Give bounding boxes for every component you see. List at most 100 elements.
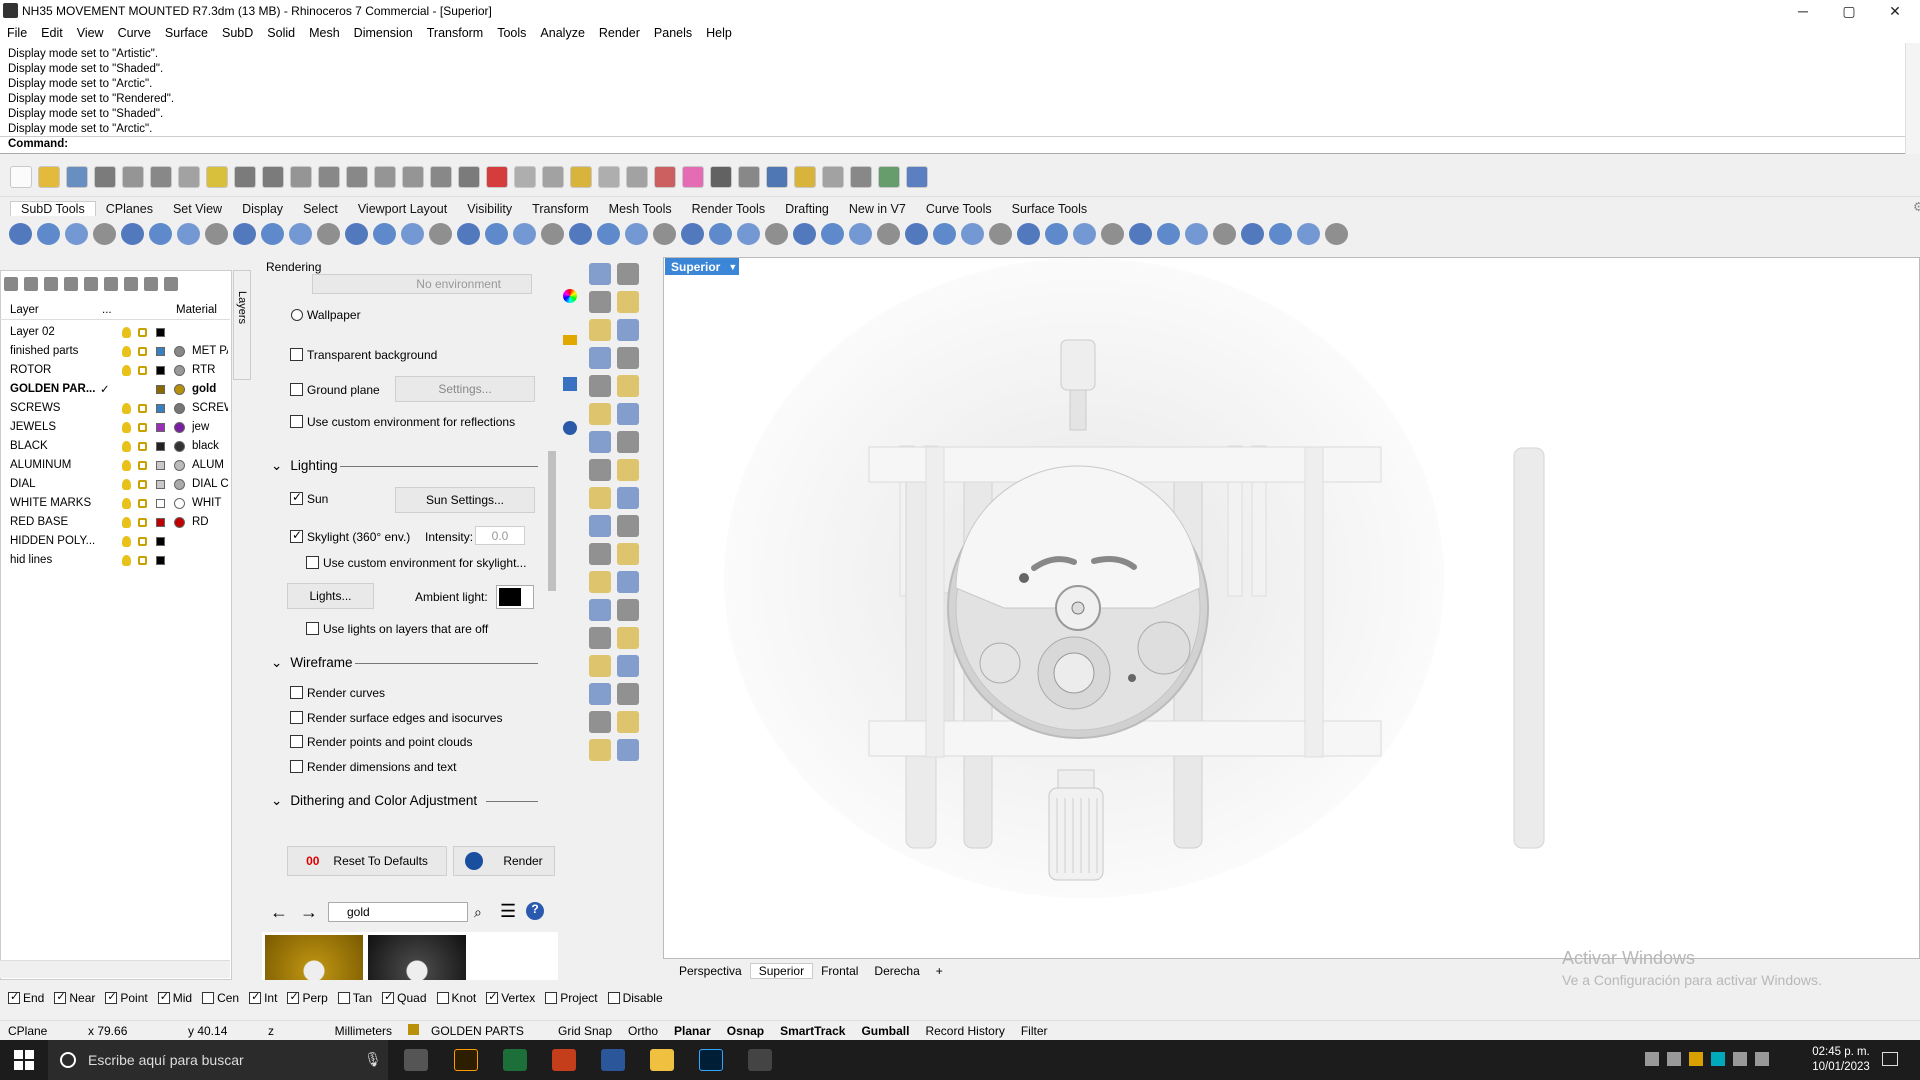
vertical-tool-icon[interactable] xyxy=(617,375,639,397)
layer-row[interactable]: DIAL DIAL C xyxy=(0,475,230,494)
status-smarttrack[interactable]: SmartTrack xyxy=(772,1024,853,1038)
vertical-tool-icon[interactable] xyxy=(617,655,639,677)
layer-row[interactable]: BLACK black xyxy=(0,437,230,456)
notifications-icon[interactable] xyxy=(1882,1052,1898,1066)
solid-tool-icon[interactable] xyxy=(429,223,452,245)
standard-tool-icon[interactable] xyxy=(794,166,816,188)
solid-tool-icon[interactable] xyxy=(1269,223,1292,245)
lights-button[interactable]: Lights... xyxy=(287,583,374,609)
menu-panels[interactable]: Panels xyxy=(647,26,699,40)
solid-tool-icon[interactable] xyxy=(177,223,200,245)
vertical-tool-icon[interactable] xyxy=(589,543,611,565)
material-search-input[interactable]: gold xyxy=(328,902,468,922)
menu-transform[interactable]: Transform xyxy=(420,26,491,40)
solid-tool-icon[interactable] xyxy=(597,223,620,245)
solid-tool-icon[interactable] xyxy=(373,223,396,245)
osnap-point[interactable]: Point xyxy=(105,990,148,1005)
network-icon[interactable] xyxy=(1733,1052,1747,1066)
vertical-tool-icon[interactable] xyxy=(589,683,611,705)
material-help-icon[interactable]: ? xyxy=(526,902,544,920)
tab-mesh-tools[interactable]: Mesh Tools xyxy=(599,202,682,216)
solid-tool-icon[interactable] xyxy=(1185,223,1208,245)
tray-icon[interactable] xyxy=(1711,1052,1725,1066)
units-label[interactable]: Millimeters xyxy=(320,1024,400,1038)
viewport-dropdown-icon[interactable]: ▼ xyxy=(728,262,737,272)
osnap-checkbox[interactable] xyxy=(8,990,20,1004)
vertical-tool-icon[interactable] xyxy=(617,347,639,369)
new-sublayer-icon[interactable] xyxy=(24,277,38,291)
ambient-color-picker[interactable] xyxy=(496,585,534,609)
standard-tool-icon[interactable] xyxy=(906,166,928,188)
menu-subd[interactable]: SubD xyxy=(215,26,260,40)
dithering-section[interactable]: Dithering and Color Adjustment xyxy=(271,793,477,809)
solid-tool-icon[interactable] xyxy=(121,223,144,245)
transparent-bg-checkbox[interactable] xyxy=(290,348,303,361)
solid-tool-icon[interactable] xyxy=(709,223,732,245)
standard-tool-icon[interactable] xyxy=(38,166,60,188)
windows-start-icon[interactable] xyxy=(14,1050,34,1070)
osnap-knot[interactable]: Knot xyxy=(436,991,476,1005)
layer-material-icon[interactable] xyxy=(174,346,185,357)
osnap-perp[interactable]: Perp xyxy=(287,990,328,1005)
status-record-history[interactable]: Record History xyxy=(917,1024,1012,1038)
layer-row[interactable]: ALUMINUM ALUM xyxy=(0,456,230,475)
vertical-tool-icon[interactable] xyxy=(617,403,639,425)
solid-tool-icon[interactable] xyxy=(989,223,1012,245)
solid-tool-icon[interactable] xyxy=(737,223,760,245)
osnap-checkbox[interactable] xyxy=(382,990,395,1004)
photoshop-icon[interactable] xyxy=(699,1049,723,1071)
taskbar-search[interactable]: Escribe aquí para buscar xyxy=(48,1040,388,1080)
vertical-tool-icon[interactable] xyxy=(617,711,639,733)
minimize-button[interactable]: ─ xyxy=(1780,0,1826,22)
powerpoint-icon[interactable] xyxy=(552,1049,576,1071)
layer-lock-icon[interactable] xyxy=(138,556,147,565)
layer-material-icon[interactable] xyxy=(174,517,185,528)
layer-lock-icon[interactable] xyxy=(138,423,147,432)
layer-material-icon[interactable] xyxy=(174,365,185,376)
layer-material-icon[interactable] xyxy=(174,441,185,452)
layer-row[interactable]: RED BASE RD xyxy=(0,513,230,532)
solid-tool-icon[interactable] xyxy=(1017,223,1040,245)
tray-icon[interactable] xyxy=(1645,1052,1659,1066)
osnap-checkbox[interactable] xyxy=(287,990,300,1004)
osnap-checkbox[interactable] xyxy=(105,990,118,1004)
osnap-checkbox[interactable] xyxy=(337,992,350,1004)
delete-layer-icon[interactable] xyxy=(44,277,58,291)
vertical-tool-icon[interactable] xyxy=(589,263,611,285)
sun-settings-button[interactable]: Sun Settings... xyxy=(395,487,535,513)
move-down-icon[interactable] xyxy=(84,277,98,291)
solid-tool-icon[interactable] xyxy=(905,223,928,245)
viewport-tab-superior[interactable]: Superior xyxy=(749,963,814,979)
sun-checkbox[interactable] xyxy=(290,490,303,505)
new-layer-icon[interactable] xyxy=(4,277,18,291)
solid-tool-icon[interactable] xyxy=(765,223,788,245)
osnap-checkbox[interactable] xyxy=(157,990,170,1004)
render-points-checkbox[interactable] xyxy=(290,735,303,748)
standard-tool-icon[interactable] xyxy=(374,166,396,188)
vertical-tool-icon[interactable] xyxy=(617,543,639,565)
vertical-tool-icon[interactable] xyxy=(617,515,639,537)
layer-visible-icon[interactable] xyxy=(122,422,131,433)
toolbar-settings-icon[interactable]: ⚙ xyxy=(1903,199,1920,214)
standard-tool-icon[interactable] xyxy=(570,166,592,188)
solid-tool-icon[interactable] xyxy=(37,223,60,245)
black-material-thumb[interactable] xyxy=(368,935,466,980)
layer-color-swatch[interactable] xyxy=(156,404,165,413)
custom-sky-checkbox[interactable] xyxy=(306,556,319,569)
solid-tool-icon[interactable] xyxy=(485,223,508,245)
standard-tool-icon[interactable] xyxy=(10,166,32,188)
vertical-tool-icon[interactable] xyxy=(589,711,611,733)
menu-tools[interactable]: Tools xyxy=(490,26,533,40)
solid-tool-icon[interactable] xyxy=(1045,223,1068,245)
layer-row[interactable]: finished parts MET PA xyxy=(0,342,230,361)
custom-env-checkbox[interactable] xyxy=(290,415,303,428)
osnap-checkbox[interactable] xyxy=(436,992,449,1004)
move-left-icon[interactable] xyxy=(104,277,118,291)
tab-viewport-layout[interactable]: Viewport Layout xyxy=(348,202,457,216)
vertical-tool-icon[interactable] xyxy=(589,487,611,509)
layer-color-swatch[interactable] xyxy=(156,518,165,527)
solid-tool-icon[interactable] xyxy=(1101,223,1124,245)
vertical-tool-icon[interactable] xyxy=(589,459,611,481)
render-button[interactable]: Render xyxy=(453,846,555,876)
layer-visible-icon[interactable] xyxy=(122,346,131,357)
